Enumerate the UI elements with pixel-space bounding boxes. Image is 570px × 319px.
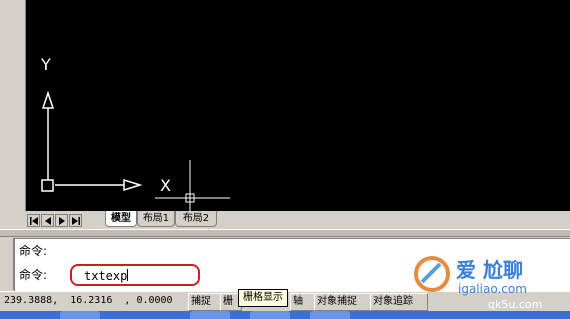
next-tab-button[interactable] xyxy=(55,214,68,227)
command-input-highlight[interactable]: txtexp xyxy=(70,264,200,286)
ortho-toggle[interactable]: 轴 xyxy=(290,293,316,311)
command-input-text: txtexp xyxy=(84,269,128,283)
y-axis-label: Y xyxy=(41,55,51,74)
last-tab-button[interactable] xyxy=(69,214,82,227)
logo-icon xyxy=(414,256,450,292)
osnap-toggle[interactable]: 对象捕捉 xyxy=(314,293,372,311)
watermark: 爱 尬聊 igaliao.com qk5u.com xyxy=(412,244,562,314)
taskbar-button[interactable] xyxy=(250,311,290,319)
coordinate-readout: 239.3888, 16.2316 , 0.0000 xyxy=(4,295,173,306)
watermark-domain-2: qk5u.com xyxy=(488,298,543,311)
prev-tab-button[interactable] xyxy=(41,214,54,227)
tab-model[interactable]: 模型 xyxy=(105,211,137,227)
ucs-icon xyxy=(41,90,230,213)
first-icon xyxy=(29,216,38,225)
taskbar-button[interactable] xyxy=(190,311,230,319)
watermark-domain: igaliao.com xyxy=(458,282,527,296)
tab-layout2[interactable]: 布局2 xyxy=(175,211,217,227)
x-axis-label: X xyxy=(160,176,171,195)
text-caret xyxy=(127,269,129,281)
taskbar-button[interactable] xyxy=(60,311,100,319)
layout-tabs-bar: 模型 布局1 布局2 xyxy=(25,211,570,229)
taskbar-button[interactable] xyxy=(310,311,350,319)
next-icon xyxy=(58,216,65,225)
prev-icon xyxy=(44,216,51,225)
snap-toggle[interactable]: 捕捉 xyxy=(188,293,222,311)
watermark-title: 爱 尬聊 xyxy=(456,258,523,282)
last-icon xyxy=(71,216,80,225)
tab-layout1[interactable]: 布局1 xyxy=(137,211,175,227)
command-input-value: txtexp xyxy=(84,269,129,283)
grid-tooltip: 栅格显示 xyxy=(238,289,288,307)
command-scroll-handle[interactable] xyxy=(0,238,14,290)
command-prompt: 命令: xyxy=(19,268,48,282)
drawing-canvas[interactable]: Y X xyxy=(0,0,570,213)
first-tab-button[interactable] xyxy=(27,214,40,227)
command-splitter[interactable] xyxy=(0,229,570,237)
command-history-line: 命令: xyxy=(19,244,48,258)
left-frame xyxy=(0,0,26,230)
